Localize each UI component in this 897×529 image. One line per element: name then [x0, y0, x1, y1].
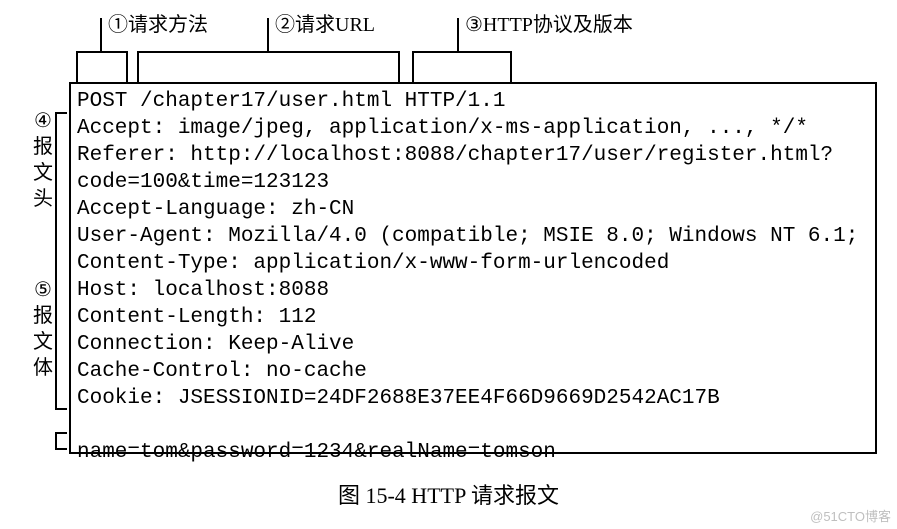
header-user-agent: User-Agent: Mozilla/4.0 (compatible; MSI…: [77, 225, 858, 248]
header-referer-cont: code=100&time=123123: [77, 171, 329, 194]
header-cache-control: Cache-Control: no-cache: [77, 360, 367, 383]
header-referer: Referer: http://localhost:8088/chapter17…: [77, 144, 833, 167]
header-connection: Connection: Keep-Alive: [77, 333, 354, 356]
request-line: POST /chapter17/user.html HTTP/1.1: [77, 90, 505, 113]
bracket-version-right: [510, 65, 512, 82]
bracket-method-right: [126, 65, 128, 82]
http-message-box: POST /chapter17/user.html HTTP/1.1 Accep…: [69, 82, 877, 454]
label-body-3: 体: [32, 355, 54, 381]
stem-url: [267, 18, 269, 51]
stem-method: [100, 18, 102, 51]
bracket-url-right: [398, 65, 400, 82]
header-host: Host: localhost:8088: [77, 279, 329, 302]
label-request-url: ②请求URL: [275, 8, 375, 37]
label-header-2: 文: [32, 160, 54, 186]
bracket-header: [55, 112, 67, 410]
header-content-type: Content-Type: application/x-www-form-url…: [77, 252, 669, 275]
label-header-num: ④: [32, 108, 54, 134]
label-body-num: ⑤: [32, 277, 54, 303]
stem-version: [457, 18, 459, 51]
bracket-version-left: [412, 65, 414, 82]
bracket-body: [55, 432, 67, 450]
bracket-method: [76, 51, 128, 65]
label-request-method: ①请求方法: [108, 8, 208, 37]
label-body-2: 文: [32, 329, 54, 355]
bracket-method-left: [76, 65, 78, 82]
watermark: @51CTO博客: [810, 506, 891, 525]
label-header-1: 报: [32, 134, 54, 160]
header-content-length: Content-Length: 112: [77, 306, 316, 329]
bracket-url: [137, 51, 400, 65]
figure-caption: 图 15-4 HTTP 请求报文: [0, 478, 897, 510]
request-body: name=tom&password=1234&realName=tomson: [77, 441, 556, 464]
header-accept-language: Accept-Language: zh-CN: [77, 198, 354, 221]
header-accept: Accept: image/jpeg, application/x-ms-app…: [77, 117, 808, 140]
label-http-version: ③HTTP协议及版本: [465, 8, 633, 37]
label-header-3: 头: [32, 186, 54, 212]
label-body-1: 报: [32, 303, 54, 329]
bracket-version: [412, 51, 512, 65]
bracket-url-left: [137, 65, 139, 82]
header-cookie: Cookie: JSESSIONID=24DF2688E37EE4F66D966…: [77, 387, 720, 410]
